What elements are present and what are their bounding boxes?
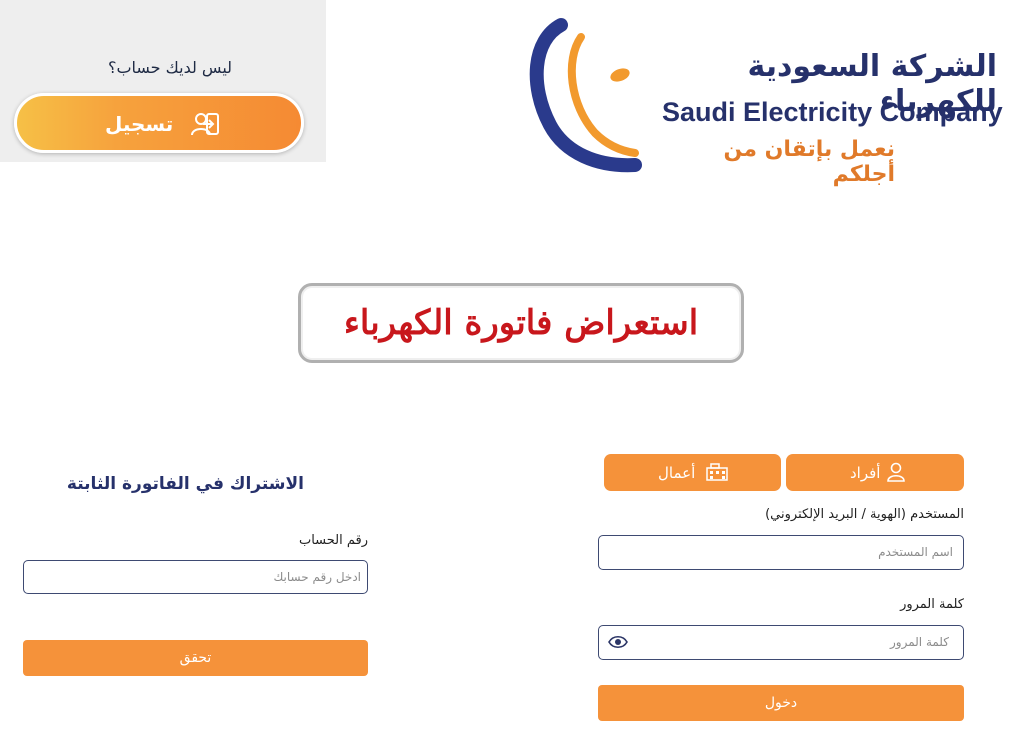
username-input[interactable]: اسم المستخدم — [598, 535, 964, 570]
logo-name-english: Saudi Electricity Company — [662, 97, 1003, 127]
page-title: استعراض فاتورة الكهرباء — [343, 303, 699, 343]
account-number-input[interactable]: ادخل رقم حسابك — [23, 560, 368, 594]
username-label: المستخدم (الهوية / البريد الإلكتروني) — [765, 507, 964, 522]
username-placeholder: اسم المستخدم — [878, 545, 953, 559]
account-number-label: رقم الحساب — [298, 533, 368, 548]
tab-individuals-label: أفراد — [850, 464, 881, 482]
tab-business[interactable]: أعمال — [604, 454, 781, 491]
tab-individuals[interactable]: أفراد — [786, 454, 964, 491]
building-icon — [706, 463, 728, 485]
sec-logo: الشركة السعودية للكهرباء Saudi Electrici… — [525, 15, 1005, 187]
logo-tagline: نعمل بإتقان من أجلكم — [723, 137, 895, 187]
user-icon — [886, 461, 906, 487]
fixed-bill-heading: الاشتراك في الفاتورة الثابتة — [66, 474, 304, 494]
account-number-placeholder: ادخل رقم حسابك — [273, 570, 361, 584]
password-input[interactable]: كلمة المرور — [598, 625, 964, 660]
tab-business-label: أعمال — [658, 464, 696, 482]
no-account-question: ليس لديك حساب؟ — [107, 58, 233, 77]
register-button-label: تسجيل — [105, 112, 174, 136]
password-placeholder: كلمة المرور — [889, 635, 949, 649]
page-title-box: استعراض فاتورة الكهرباء — [298, 283, 744, 363]
login-button[interactable]: دخول — [598, 685, 964, 721]
password-label: كلمة المرور — [900, 597, 964, 612]
sec-logo-mark — [529, 18, 642, 173]
eye-icon[interactable] — [608, 635, 628, 652]
verify-button[interactable]: تحقق — [23, 640, 368, 676]
register-button[interactable]: تسجيل — [14, 93, 304, 153]
user-login-icon — [189, 110, 221, 144]
